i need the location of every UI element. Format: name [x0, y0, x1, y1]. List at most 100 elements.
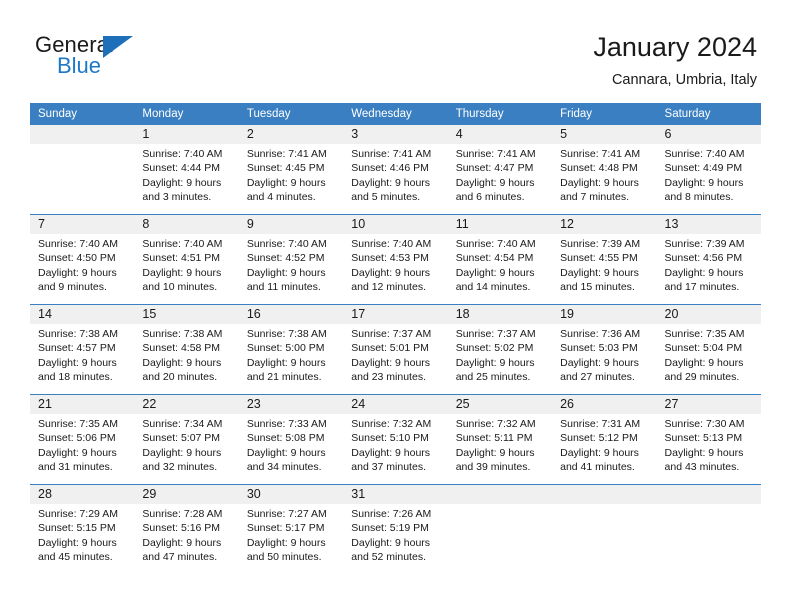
- day-number-12[interactable]: 12: [552, 215, 656, 234]
- day-cell-12[interactable]: Sunrise: 7:39 AM Sunset: 4:55 PM Daylight:…: [552, 234, 656, 304]
- day-info-line: Sunrise: 7:40 AM: [455, 238, 536, 250]
- day-number-10[interactable]: 10: [343, 215, 447, 234]
- week-row: 14 15 16 17 18 19 20 Sunrise: 7:38 AM Sunset: 4:…: [30, 304, 761, 394]
- day-number-26[interactable]: 26: [552, 395, 656, 414]
- day-number-empty: [656, 485, 761, 504]
- day-info-line: and 14 minutes.: [455, 281, 531, 294]
- day-cell-3[interactable]: Sunrise: 7:41 AM Sunset: 4:46 PM Daylight:…: [343, 144, 447, 214]
- day-cell-18[interactable]: Sunrise: 7:37 AM Sunset: 5:02 PM Daylight:…: [448, 324, 552, 394]
- day-cell-26[interactable]: Sunrise: 7:31 AM Sunset: 5:12 PM Daylight:…: [552, 414, 656, 484]
- day-number-29[interactable]: 29: [134, 485, 238, 504]
- day-cell-19[interactable]: Sunrise: 7:36 AM Sunset: 5:03 PM Daylight:…: [552, 324, 656, 394]
- week-info-band: Sunrise: 7:35 AM Sunset: 5:06 PM Daylight:…: [30, 414, 761, 484]
- day-info-line: and 21 minutes.: [246, 371, 322, 384]
- day-cell-4[interactable]: Sunrise: 7:41 AM Sunset: 4:47 PM Daylight:…: [448, 144, 552, 214]
- day-number-9[interactable]: 9: [239, 215, 343, 234]
- day-cell-24[interactable]: Sunrise: 7:32 AM Sunset: 5:10 PM Daylight:…: [343, 414, 447, 484]
- week-daynumber-band: 7 8 9 10 11 12 13: [30, 215, 761, 234]
- day-info-line: Sunrise: 7:35 AM: [664, 328, 745, 340]
- day-info-line: and 6 minutes.: [455, 191, 525, 204]
- day-cell-10[interactable]: Sunrise: 7:40 AM Sunset: 4:53 PM Daylight:…: [343, 234, 447, 304]
- day-info-line: and 52 minutes.: [351, 551, 426, 564]
- day-cell-31[interactable]: Sunrise: 7:26 AM Sunset: 5:19 PM Daylight:…: [343, 504, 447, 574]
- day-number-28[interactable]: 28: [30, 485, 134, 504]
- day-info-line: Sunset: 4:47 PM: [455, 162, 534, 175]
- day-info-line: and 5 minutes.: [351, 191, 421, 204]
- day-number-13[interactable]: 13: [657, 215, 761, 234]
- day-number-21[interactable]: 21: [30, 395, 134, 414]
- day-cell-15[interactable]: Sunrise: 7:38 AM Sunset: 4:58 PM Daylight:…: [134, 324, 238, 394]
- day-number-22[interactable]: 22: [134, 395, 238, 414]
- day-number-1[interactable]: 1: [134, 125, 238, 144]
- day-cell-13[interactable]: Sunrise: 7:39 AM Sunset: 4:56 PM Daylight:…: [657, 234, 761, 304]
- calendar-page: General Blue January 2024 Cannara, Umbri…: [0, 0, 792, 612]
- day-number-4[interactable]: 4: [448, 125, 552, 144]
- day-cell-14[interactable]: Sunrise: 7:38 AM Sunset: 4:57 PM Daylight:…: [30, 324, 134, 394]
- day-number-6[interactable]: 6: [657, 125, 761, 144]
- day-cell-empty: [552, 504, 656, 574]
- general-blue-logo[interactable]: General Blue: [35, 34, 195, 89]
- day-number-15[interactable]: 15: [134, 305, 238, 324]
- day-number-19[interactable]: 19: [552, 305, 656, 324]
- day-number-25[interactable]: 25: [448, 395, 552, 414]
- day-info-line: Daylight: 9 hours: [560, 356, 639, 369]
- weekday-header-thursday: Thursday: [455, 108, 504, 120]
- day-number-18[interactable]: 18: [448, 305, 552, 324]
- day-info-line: and 7 minutes.: [560, 191, 629, 204]
- day-number-7[interactable]: 7: [30, 215, 134, 234]
- weekday-header-sunday: Sunday: [38, 108, 78, 120]
- day-number-11[interactable]: 11: [448, 215, 552, 234]
- day-number-31[interactable]: 31: [343, 485, 447, 504]
- day-info-line: and 41 minutes.: [560, 461, 635, 474]
- day-info-line: Sunset: 4:58 PM: [142, 342, 221, 355]
- day-cell-7[interactable]: Sunrise: 7:40 AM Sunset: 4:50 PM Daylight:…: [30, 234, 134, 304]
- day-info-line: Sunset: 4:51 PM: [142, 252, 221, 265]
- day-cell-11[interactable]: Sunrise: 7:40 AM Sunset: 4:54 PM Daylight:…: [448, 234, 552, 304]
- day-cell-21[interactable]: Sunrise: 7:35 AM Sunset: 5:06 PM Daylight:…: [30, 414, 134, 484]
- day-cell-16[interactable]: Sunrise: 7:38 AM Sunset: 5:00 PM Daylight:…: [239, 324, 343, 394]
- day-info-line: Daylight: 9 hours: [664, 446, 744, 459]
- day-cell-17[interactable]: Sunrise: 7:37 AM Sunset: 5:01 PM Daylight:…: [343, 324, 447, 394]
- day-cell-23[interactable]: Sunrise: 7:33 AM Sunset: 5:08 PM Daylight:…: [239, 414, 343, 484]
- day-cell-2[interactable]: Sunrise: 7:41 AM Sunset: 4:45 PM Daylight:…: [239, 144, 343, 214]
- day-info-line: and 31 minutes.: [38, 461, 113, 474]
- day-number-14[interactable]: 14: [30, 305, 134, 324]
- day-number-16[interactable]: 16: [239, 305, 343, 324]
- day-cell-20[interactable]: Sunrise: 7:35 AM Sunset: 5:04 PM Daylight:…: [657, 324, 761, 394]
- day-number-30[interactable]: 30: [239, 485, 343, 504]
- day-number-17[interactable]: 17: [343, 305, 447, 324]
- day-info-line: Daylight: 9 hours: [664, 176, 744, 189]
- week-daynumber-band: 28 29 30 31: [30, 485, 761, 504]
- day-number-23[interactable]: 23: [239, 395, 343, 414]
- day-cell-29[interactable]: Sunrise: 7:28 AM Sunset: 5:16 PM Daylight:…: [134, 504, 238, 574]
- day-cell-1[interactable]: Sunrise: 7:40 AM Sunset: 4:44 PM Daylight:…: [134, 144, 238, 214]
- day-number-8[interactable]: 8: [134, 215, 238, 234]
- weekday-header-row: Sunday Monday Tuesday Wednesday Thursday Frid…: [30, 103, 761, 125]
- day-cell-28[interactable]: Sunrise: 7:29 AM Sunset: 5:15 PM Daylight:…: [30, 504, 134, 574]
- week-info-band: Sunrise: 7:38 AM Sunset: 4:57 PM Daylight:…: [30, 324, 761, 394]
- day-info-line: Sunrise: 7:40 AM: [664, 148, 745, 160]
- day-cell-27[interactable]: Sunrise: 7:30 AM Sunset: 5:13 PM Daylight:…: [657, 414, 761, 484]
- day-number-empty: [447, 485, 553, 504]
- day-info-line: Sunset: 4:49 PM: [664, 162, 743, 175]
- day-cell-25[interactable]: Sunrise: 7:32 AM Sunset: 5:11 PM Daylight:…: [448, 414, 552, 484]
- day-number-27[interactable]: 27: [657, 395, 761, 414]
- day-cell-5[interactable]: Sunrise: 7:41 AM Sunset: 4:48 PM Daylight:…: [552, 144, 656, 214]
- day-info-line: Sunrise: 7:40 AM: [351, 238, 432, 250]
- day-number-2[interactable]: 2: [239, 125, 343, 144]
- day-number-5[interactable]: 5: [552, 125, 656, 144]
- day-number-20[interactable]: 20: [657, 305, 761, 324]
- day-cell-6[interactable]: Sunrise: 7:40 AM Sunset: 4:49 PM Daylight:…: [657, 144, 761, 214]
- day-info-line: Daylight: 9 hours: [246, 266, 326, 279]
- day-cell-9[interactable]: Sunrise: 7:40 AM Sunset: 4:52 PM Daylight:…: [239, 234, 343, 304]
- day-info-line: Sunset: 5:16 PM: [142, 522, 221, 535]
- day-info-line: Sunset: 5:07 PM: [142, 432, 221, 445]
- weekday-header-monday: Monday: [142, 108, 184, 120]
- day-cell-8[interactable]: Sunrise: 7:40 AM Sunset: 4:51 PM Daylight:…: [134, 234, 238, 304]
- day-number-24[interactable]: 24: [343, 395, 447, 414]
- day-number-3[interactable]: 3: [343, 125, 447, 144]
- day-cell-30[interactable]: Sunrise: 7:27 AM Sunset: 5:17 PM Daylight:…: [239, 504, 343, 574]
- day-info-line: and 12 minutes.: [351, 281, 426, 294]
- day-info-line: Sunset: 5:19 PM: [351, 522, 429, 535]
- day-cell-22[interactable]: Sunrise: 7:34 AM Sunset: 5:07 PM Daylight:…: [134, 414, 238, 484]
